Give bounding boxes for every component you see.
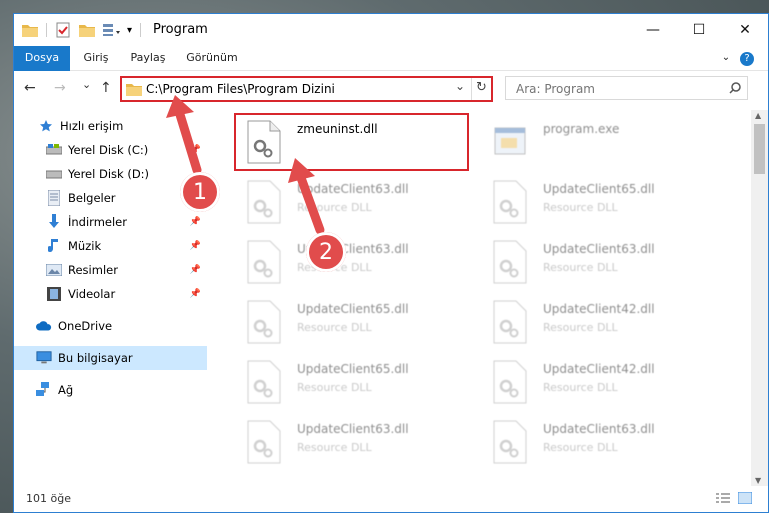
step-1-badge: 1 (180, 172, 220, 212)
annotation-arrows (166, 95, 325, 235)
step-2-badge: 2 (306, 232, 346, 272)
